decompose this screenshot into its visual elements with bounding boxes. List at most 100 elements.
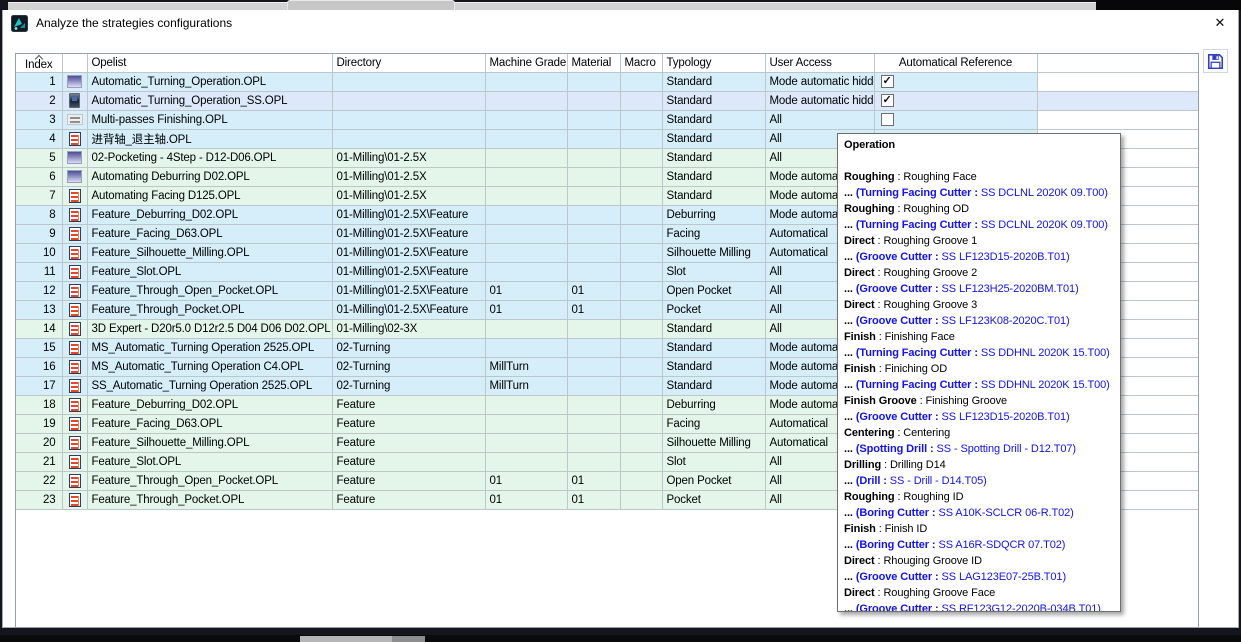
cell-icon[interactable] [62,262,87,281]
cell-typology[interactable]: Slot [662,452,765,471]
cell-macro[interactable] [620,186,662,205]
cell-index[interactable]: 11 [16,262,62,281]
cell-material[interactable] [567,186,620,205]
cell-material[interactable]: 01 [567,281,620,300]
cell-material[interactable] [567,205,620,224]
cell-directory[interactable] [332,91,485,110]
cell-macro[interactable] [620,262,662,281]
cell-directory[interactable]: 01-Milling\02-3X [332,319,485,338]
cell-material[interactable] [567,376,620,395]
cell-directory[interactable]: 01-Milling\01-2.5X\Feature [332,281,485,300]
column-header-opelist[interactable]: Opelist [87,54,332,72]
cell-icon[interactable] [62,167,87,186]
cell-material[interactable] [567,357,620,376]
cell-icon[interactable] [62,281,87,300]
cell-machine-grade[interactable] [485,72,567,91]
cell-directory[interactable]: Feature [332,452,485,471]
cell-opelist[interactable]: MS_Automatic_Turning Operation C4.OPL [87,357,332,376]
cell-macro[interactable] [620,224,662,243]
cell-typology[interactable]: Standard [662,338,765,357]
cell-opelist[interactable]: Feature_Deburring_D02.OPL [87,395,332,414]
cell-machine-grade[interactable] [485,433,567,452]
cell-macro[interactable] [620,319,662,338]
cell-opelist[interactable]: Automatic_Turning_Operation_SS.OPL [87,91,332,110]
cell-material[interactable] [567,319,620,338]
cell-macro[interactable] [620,414,662,433]
cell-material[interactable] [567,452,620,471]
cell-index[interactable]: 9 [16,224,62,243]
save-button[interactable] [1203,49,1228,73]
cell-macro[interactable] [620,205,662,224]
column-header-material[interactable]: Material [567,54,620,72]
cell-icon[interactable] [62,452,87,471]
column-header-macro[interactable]: Macro [620,54,662,72]
cell-directory[interactable]: 02-Turning [332,357,485,376]
cell-icon[interactable] [62,357,87,376]
cell-index[interactable]: 23 [16,490,62,509]
column-header-icon[interactable] [62,54,87,72]
cell-directory[interactable]: Feature [332,490,485,509]
cell-opelist[interactable]: Multi-passes Finishing.OPL [87,110,332,129]
cell-index[interactable]: 7 [16,186,62,205]
cell-icon[interactable] [62,148,87,167]
cell-macro[interactable] [620,281,662,300]
cell-typology[interactable]: Silhouette Milling [662,433,765,452]
cell-opelist[interactable]: Automating Facing D125.OPL [87,186,332,205]
cell-opelist[interactable]: 3D Expert - D20r5.0 D12r2.5 D04 D06 D02.… [87,319,332,338]
cell-material[interactable]: 01 [567,300,620,319]
cell-icon[interactable] [62,319,87,338]
cell-opelist[interactable]: MS_Automatic_Turning Operation 2525.OPL [87,338,332,357]
cell-index[interactable]: 14 [16,319,62,338]
cell-opelist[interactable]: Feature_Slot.OPL [87,262,332,281]
table-row[interactable]: 1Automatic_Turning_Operation.OPLStandard… [16,72,1198,91]
cell-typology[interactable]: Deburring [662,395,765,414]
cell-machine-grade[interactable]: MillTurn [485,376,567,395]
table-row[interactable]: 3Multi-passes Finishing.OPLStandardAll [16,110,1198,129]
cell-user-access[interactable]: Mode automatic hidden [765,91,874,110]
cell-macro[interactable] [620,357,662,376]
cell-material[interactable] [567,224,620,243]
cell-directory[interactable] [332,72,485,91]
cell-icon[interactable] [62,338,87,357]
cell-machine-grade[interactable] [485,452,567,471]
cell-machine-grade[interactable] [485,338,567,357]
cell-opelist[interactable]: SS_Automatic_Turning Operation 2525.OPL [87,376,332,395]
cell-machine-grade[interactable] [485,110,567,129]
cell-index[interactable]: 4 [16,129,62,148]
cell-typology[interactable]: Standard [662,129,765,148]
cell-machine-grade[interactable] [485,148,567,167]
cell-material[interactable] [567,433,620,452]
cell-directory[interactable]: 01-Milling\01-2.5X\Feature [332,262,485,281]
cell-directory[interactable]: 01-Milling\01-2.5X [332,186,485,205]
cell-macro[interactable] [620,72,662,91]
cell-index[interactable]: 17 [16,376,62,395]
column-header-index[interactable]: Index [16,54,62,72]
cell-machine-grade[interactable] [485,395,567,414]
cell-icon[interactable] [62,376,87,395]
cell-opelist[interactable]: Feature_Slot.OPL [87,452,332,471]
cell-machine-grade[interactable] [485,262,567,281]
cell-machine-grade[interactable]: 01 [485,490,567,509]
cell-index[interactable]: 13 [16,300,62,319]
cell-directory[interactable]: 01-Milling\01-2.5X [332,167,485,186]
cell-material[interactable] [567,395,620,414]
cell-typology[interactable]: Standard [662,72,765,91]
cell-icon[interactable] [62,91,87,110]
cell-machine-grade[interactable] [485,91,567,110]
cell-macro[interactable] [620,91,662,110]
cell-material[interactable] [567,167,620,186]
cell-icon[interactable] [62,110,87,129]
cell-icon[interactable] [62,300,87,319]
cell-automatical-reference[interactable] [874,110,1037,129]
cell-icon[interactable] [62,205,87,224]
cell-machine-grade[interactable]: 01 [485,471,567,490]
cell-index[interactable]: 19 [16,414,62,433]
cell-typology[interactable]: Facing [662,414,765,433]
cell-icon[interactable] [62,72,87,91]
cell-typology[interactable]: Standard [662,376,765,395]
cell-index[interactable]: 15 [16,338,62,357]
cell-index[interactable]: 10 [16,243,62,262]
cell-icon[interactable] [62,224,87,243]
cell-directory[interactable]: 02-Turning [332,338,485,357]
cell-directory[interactable] [332,110,485,129]
